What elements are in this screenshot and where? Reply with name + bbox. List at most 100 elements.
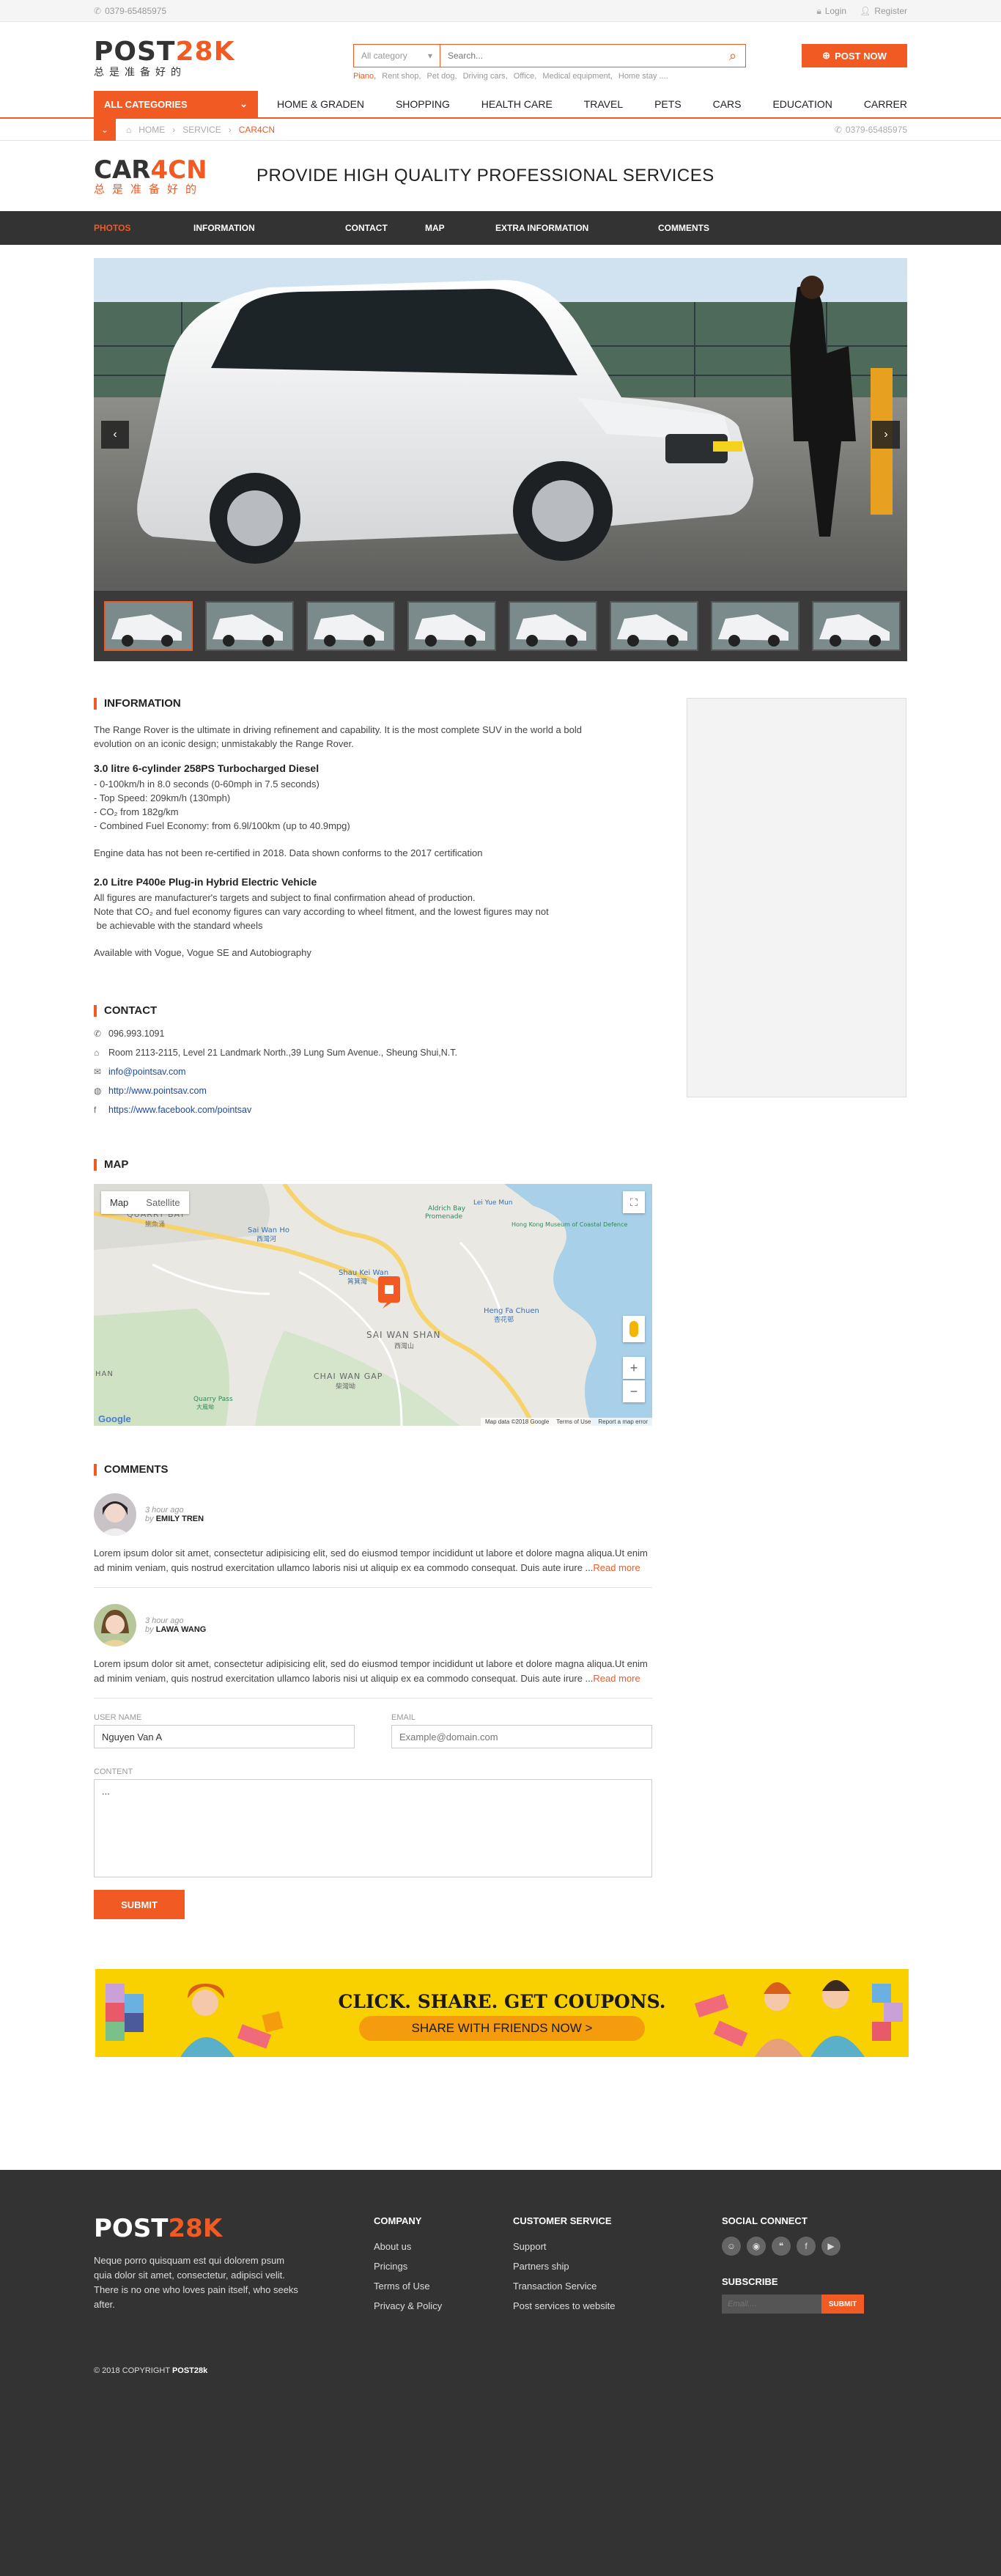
post-now-button[interactable]: ⊕ POST NOW (802, 44, 907, 67)
facebook-link[interactable]: https://www.facebook.com/pointsav (108, 1100, 251, 1119)
zoom-out-icon[interactable]: − (623, 1380, 645, 1402)
category-select[interactable]: All category ▾ (354, 45, 440, 67)
share-button[interactable]: SHARE WITH FRIENDS NOW > (359, 2016, 645, 2041)
map-terms-link[interactable]: Terms of Use (556, 1418, 591, 1425)
tab-comments[interactable]: COMMENTS (658, 223, 709, 233)
dropdown-toggle-icon[interactable]: ⌄ (94, 119, 116, 141)
tab-information[interactable]: INFORMATION (193, 223, 345, 233)
comment-item: 3 hour ago by EMILY TREN Lorem ipsum dol… (94, 1493, 652, 1588)
website-link[interactable]: http://www.pointsav.com (108, 1081, 207, 1100)
hot-search-link[interactable]: Piano, (353, 72, 376, 81)
engine1-line: - CO₂ from 182g/km (94, 806, 179, 817)
hot-search-link[interactable]: Medical equipment, (542, 72, 612, 81)
nav-item-travel[interactable]: TRAVEL (584, 98, 623, 110)
copyright: © 2018 COPYRIGHT POST28k (94, 2366, 208, 2375)
thumbnail[interactable] (610, 601, 698, 651)
weibo-icon[interactable]: ◉ (747, 2237, 766, 2256)
tab-extra-information[interactable]: EXTRA INFORMATION (495, 223, 658, 233)
thumbnail[interactable] (205, 601, 294, 651)
map-label: Hong Kong Museum of Coastal Defence (511, 1221, 627, 1228)
hot-search-link[interactable]: Home stay .... (618, 72, 668, 81)
footer-company: COMPANY About us Pricings Terms of Use P… (374, 2215, 442, 2316)
contact-phone: ✆ 096.993.1091 (94, 1024, 652, 1043)
map-report-link[interactable]: Report a map error (598, 1418, 648, 1425)
facebook-icon[interactable]: f (797, 2237, 816, 2256)
prev-arrow-icon[interactable]: ‹ (101, 421, 129, 449)
nav-item-shopping[interactable]: SHOPPING (396, 98, 450, 110)
fullscreen-icon[interactable]: ⛶ (623, 1191, 645, 1213)
footer-link-support[interactable]: Support (513, 2237, 615, 2256)
footer-link-post-services[interactable]: Post services to website (513, 2296, 615, 2316)
footer-link-about[interactable]: About us (374, 2237, 442, 2256)
thumbnail[interactable] (407, 601, 496, 651)
map-type-map[interactable]: Map (101, 1191, 137, 1214)
subscribe-email-input[interactable] (722, 2295, 821, 2314)
subscribe-button[interactable]: SUBMIT (821, 2295, 864, 2314)
read-more-link[interactable]: Read more (593, 1562, 640, 1573)
username-field[interactable] (94, 1725, 355, 1748)
comment-form: USER NAME EMAIL CONTENT ... SUBMIT (94, 1713, 652, 1919)
nav-item-home-garden[interactable]: HOME & GRADEN (277, 98, 364, 110)
thumbnail[interactable] (812, 601, 901, 651)
map-label: Quarry Pass (193, 1396, 233, 1403)
map-label: SAI WAN SHAN (366, 1330, 440, 1340)
nav-item-cars[interactable]: CARS (713, 98, 742, 110)
next-arrow-icon[interactable]: › (872, 421, 900, 449)
hot-search-link[interactable]: Rent shop, (382, 72, 421, 81)
search-input[interactable] (440, 45, 720, 67)
footer-link-partners[interactable]: Partners ship (513, 2256, 615, 2276)
breadcrumb: ⌄ ⌂ HOME › SERVICE › CAR4CN (94, 119, 275, 141)
content-area: INFORMATION The Range Rover is the ultim… (94, 698, 907, 1919)
submit-comment-button[interactable]: SUBMIT (94, 1890, 185, 1919)
nav-item-education[interactable]: EDUCATION (772, 98, 832, 110)
footer-link-terms[interactable]: Terms of Use (374, 2276, 442, 2296)
search-icon[interactable]: ⌕ (720, 45, 745, 67)
login-link[interactable]: 🔒︎ Login (816, 6, 846, 17)
comment-author: EMILY TREN (155, 1515, 204, 1523)
nav-item-pets[interactable]: PETS (654, 98, 682, 110)
map-type-satellite[interactable]: Satellite (137, 1191, 188, 1214)
header: POST28K 总是准备好的 All category▾ ⌕ Piano, Re… (0, 22, 1001, 91)
facebook-icon: f (94, 1105, 97, 1115)
coupon-banner[interactable]: CLICK. SHARE. GET COUPONS. SHARE WITH FR… (95, 1969, 909, 2057)
thumbnail[interactable] (104, 601, 193, 651)
top-bar: ✆ 0379-65485975 🔒︎ Login 👤︎ Register (0, 0, 1001, 22)
wechat-icon[interactable]: ❝ (772, 2237, 791, 2256)
breadcrumb-home[interactable]: HOME (138, 125, 165, 135)
map-view[interactable]: QUARRY BAY 鰂魚涌 Sai Wan Ho 西灣河 Aldrich Ba… (94, 1184, 652, 1426)
caret-down-icon: ▾ (427, 51, 432, 61)
content-textarea[interactable]: ... (94, 1779, 652, 1877)
tab-map[interactable]: MAP (425, 223, 495, 233)
hot-search-link[interactable]: Pet dog, (427, 72, 457, 81)
email-link[interactable]: info@pointsav.com (108, 1062, 186, 1081)
footer-link-transaction[interactable]: Transaction Service (513, 2276, 615, 2296)
read-more-link[interactable]: Read more (593, 1673, 640, 1684)
street-view-icon[interactable] (623, 1316, 645, 1342)
nav-item-health-care[interactable]: HEALTH CARE (481, 98, 553, 110)
map-label: Shau Kei Wan (339, 1269, 388, 1277)
footer-logo[interactable]: POST28K (94, 2214, 222, 2243)
all-categories-button[interactable]: ALL CATEGORIES ⌄ (94, 91, 258, 117)
zoom-in-icon[interactable]: + (623, 1357, 645, 1379)
site-logo[interactable]: POST28K 总是准备好的 (94, 38, 234, 78)
nav-item-carrer[interactable]: CARRER (864, 98, 907, 110)
youtube-icon[interactable]: ▶ (821, 2237, 841, 2256)
thumbnail[interactable] (509, 601, 597, 651)
hot-search-link[interactable]: Office, (514, 72, 537, 81)
avatar (94, 1604, 136, 1646)
tab-contact[interactable]: CONTACT (345, 223, 425, 233)
comments-section: COMMENTS 3 hour ago by EMILY TREN Lorem … (94, 1464, 652, 1919)
thumbnail[interactable] (711, 601, 799, 651)
engine1-line: - 0-100km/h in 8.0 seconds (0-60mph in 7… (94, 779, 319, 790)
top-phone: ✆ 0379-65485975 (94, 6, 167, 16)
tab-photos[interactable]: PHOTOS (94, 223, 193, 233)
footer-link-pricings[interactable]: Pricings (374, 2256, 442, 2276)
breadcrumb-service[interactable]: SERVICE (182, 125, 221, 135)
footer-link-privacy[interactable]: Privacy & Policy (374, 2296, 442, 2316)
lock-icon: 🔒︎ (816, 5, 821, 16)
thumbnail[interactable] (306, 601, 395, 651)
email-field[interactable] (391, 1725, 652, 1748)
hot-search-link[interactable]: Driving cars, (463, 72, 508, 81)
snapchat-icon[interactable]: ☺ (722, 2237, 741, 2256)
register-link[interactable]: 👤︎ Register (860, 6, 907, 17)
